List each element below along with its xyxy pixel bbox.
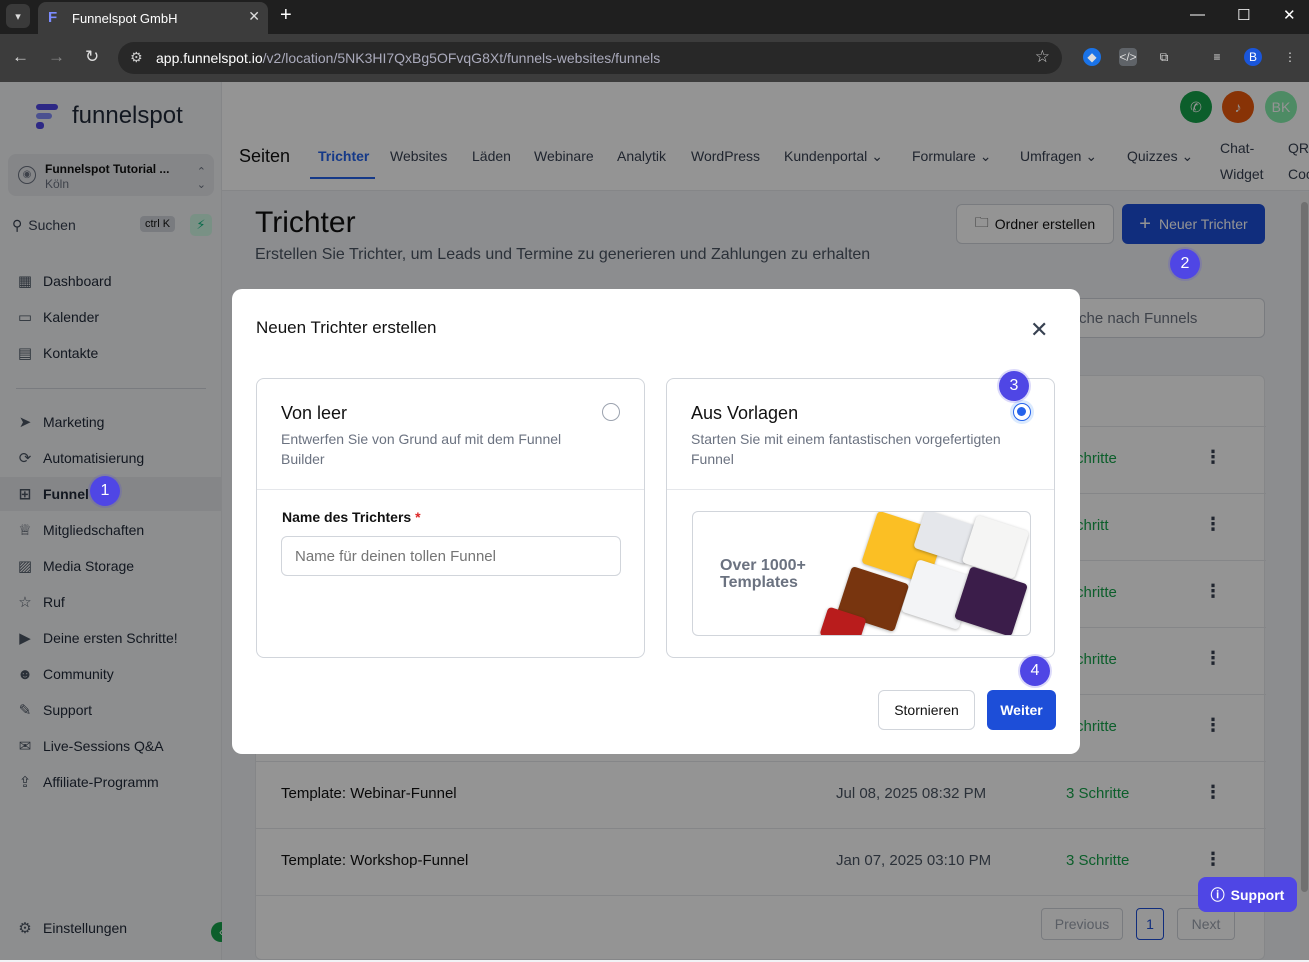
step-badge: 1: [90, 476, 120, 506]
required-marker: *: [415, 509, 421, 525]
devtools-extension-icon[interactable]: </>: [1119, 48, 1137, 66]
funnel-name-input[interactable]: [281, 536, 621, 576]
option-title: Von leer: [281, 403, 348, 423]
support-button[interactable]: ⓘ Support: [1198, 877, 1297, 912]
card-divider: [257, 489, 644, 490]
step-badge: 3: [999, 371, 1029, 401]
maximize-icon[interactable]: ☐: [1237, 6, 1250, 24]
next-button[interactable]: Weiter: [987, 690, 1056, 730]
step-badge: 2: [1170, 249, 1200, 279]
tab-title: Funnelspot GmbH: [72, 10, 178, 26]
media-control-icon[interactable]: ≡: [1208, 48, 1226, 66]
button-label: Support: [1230, 886, 1285, 903]
address-bar: ← → ↻ ⚙ app.funnelspot.io/v2/location/5N…: [0, 34, 1309, 82]
help-circle-icon: ⓘ: [1210, 886, 1225, 903]
modal-title: Neuen Trichter erstellen: [256, 318, 437, 337]
option-description: Starten Sie mit einem fantastischen vorg…: [691, 431, 1001, 467]
reload-icon[interactable]: ↻: [85, 47, 99, 67]
funnel-name-label: Name des Trichters *: [282, 509, 421, 525]
site-info-icon[interactable]: ⚙: [130, 49, 143, 66]
create-funnel-modal: Neuen Trichter erstellen ✕ Von leer Entw…: [232, 289, 1080, 754]
url-path: /v2/location/5NK3HI7QxBg5OFvqG8Xt/funnel…: [262, 50, 661, 66]
preview-text: Over 1000+ Templates: [720, 557, 806, 591]
new-tab-icon[interactable]: +: [280, 4, 292, 26]
browser-tab[interactable]: F Funnelspot GmbH ✕: [38, 2, 268, 34]
profile-avatar[interactable]: B: [1244, 48, 1262, 66]
templates-preview-image: Over 1000+ Templates: [692, 511, 1031, 636]
close-icon[interactable]: ✕: [1030, 317, 1048, 343]
preview-line: Templates: [720, 574, 798, 591]
url-field[interactable]: ⚙ app.funnelspot.io/v2/location/5NK3HI7Q…: [118, 42, 1062, 74]
url-domain: app.funnelspot.io: [156, 50, 263, 66]
option-description: Entwerfen Sie von Grund auf mit dem Funn…: [281, 431, 562, 467]
option-title: Aus Vorlagen: [691, 403, 799, 423]
window-close-icon[interactable]: ✕: [1283, 6, 1296, 24]
forward-icon[interactable]: →: [48, 47, 65, 67]
browser-menu-icon[interactable]: ⋮: [1281, 48, 1299, 66]
extensions-puzzle-icon[interactable]: ⧉: [1155, 48, 1173, 66]
option-blank-card[interactable]: Von leer Entwerfen Sie von Grund auf mit…: [256, 378, 645, 658]
bookmark-star-icon[interactable]: ☆: [1035, 47, 1050, 67]
browser-tabbar: ▾ F Funnelspot GmbH ✕ + — ☐ ✕: [0, 0, 1309, 34]
card-divider: [667, 489, 1054, 490]
tab-list-icon[interactable]: ▾: [6, 4, 30, 28]
option-template-radio[interactable]: [1013, 403, 1031, 421]
option-blank-radio[interactable]: [602, 403, 620, 421]
back-icon[interactable]: ←: [12, 47, 29, 67]
close-tab-icon[interactable]: ✕: [248, 8, 260, 25]
label-text: Name des Trichters: [282, 509, 412, 525]
option-template-card[interactable]: Aus Vorlagen Starten Sie mit einem fanta…: [666, 378, 1055, 658]
step-badge: 4: [1020, 656, 1050, 686]
favicon-icon: F: [48, 9, 58, 26]
cancel-button[interactable]: Stornieren: [878, 690, 975, 730]
extension-icon[interactable]: ◆: [1083, 48, 1101, 66]
preview-line: Over 1000+: [720, 557, 806, 574]
minimize-icon[interactable]: —: [1190, 6, 1205, 23]
